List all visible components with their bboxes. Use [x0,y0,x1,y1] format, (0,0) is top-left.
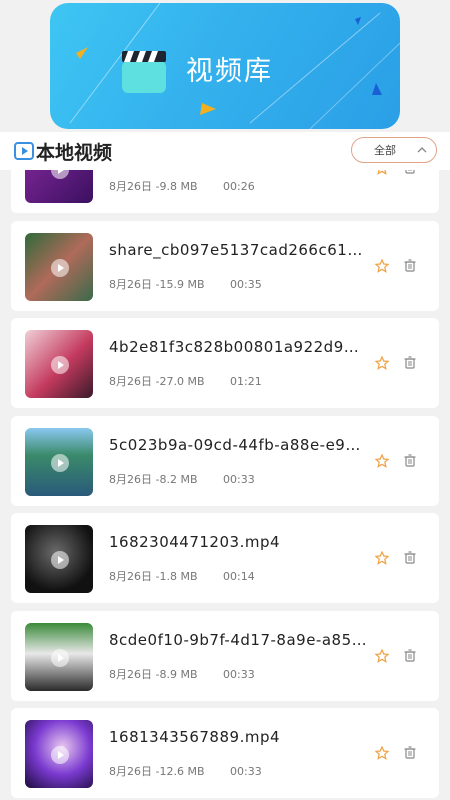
video-name: 8cde0f10-9b7f-4d17-8a9e-a853… [109,631,367,649]
video-card[interactable]: 8cde0f10-9b7f-4d17-8a9e-a853… 8月26日 -8.9… [11,611,439,701]
video-date: 8月26日 [109,668,152,681]
video-size: -9.8 MB [155,180,198,193]
trash-icon[interactable] [404,551,416,564]
video-duration: 00:33 [223,473,255,486]
play-icon [51,259,69,277]
star-icon[interactable] [375,259,389,273]
video-duration: 01:21 [230,375,262,388]
video-duration: 00:33 [223,668,255,681]
star-icon[interactable] [375,356,389,370]
video-size: -12.6 MB [155,765,205,778]
star-icon[interactable] [375,170,389,175]
filter-label: 全部 [374,144,396,157]
video-meta: 8月26日 -8.2 MB 00:33 [109,471,255,487]
video-thumbnail[interactable] [25,720,93,788]
video-thumbnail[interactable] [25,428,93,496]
video-duration: 00:33 [230,765,262,778]
video-duration: 00:35 [230,278,262,291]
video-name: 5c023b9a-09cd-44fb-a88e-e942… [109,436,367,454]
video-date: 8月26日 [109,278,152,291]
trash-icon[interactable] [404,259,416,272]
video-size: -8.2 MB [155,473,198,486]
video-name: 1681343567889.mp4 [109,728,281,746]
video-size: -27.0 MB [155,375,205,388]
section-title: 本地视频 [36,142,113,164]
video-date: 8月26日 [109,375,152,388]
video-duration: 00:26 [223,180,255,193]
video-size: -8.9 MB [155,668,198,681]
video-name: 4b2e81f3c828b00801a922d90aa… [109,338,367,356]
play-icon [51,454,69,472]
video-meta: 8月26日 -15.9 MB 00:35 [109,276,262,292]
video-meta: 8月26日 -8.9 MB 00:33 [109,666,255,682]
video-card[interactable]: 8月26日 -9.8 MB 00:26 [11,170,439,213]
banner: 视频库 [50,3,400,129]
video-duration: 00:14 [223,570,255,583]
clapperboard-icon [122,51,166,93]
star-icon[interactable] [375,551,389,565]
video-thumbnail[interactable] [25,525,93,593]
banner-title: 视频库 [186,56,273,87]
video-card[interactable]: 1682304471203.mp4 8月26日 -1.8 MB 00:14 [11,513,439,603]
video-thumbnail[interactable] [25,233,93,301]
video-thumbnail[interactable] [25,170,93,203]
play-icon [51,551,69,569]
video-date: 8月26日 [109,180,152,193]
chevron-up-icon [417,147,427,153]
trash-icon[interactable] [404,170,416,174]
play-icon [51,356,69,374]
play-icon [51,649,69,667]
star-icon[interactable] [375,649,389,663]
video-card[interactable]: 5c023b9a-09cd-44fb-a88e-e942… 8月26日 -8.2… [11,416,439,506]
trash-icon[interactable] [404,454,416,467]
video-date: 8月26日 [109,765,152,778]
video-card[interactable]: 1681343567889.mp4 8月26日 -12.6 MB 00:33 [11,708,439,798]
video-meta: 8月26日 -27.0 MB 01:21 [109,373,262,389]
play-icon [51,170,69,179]
trash-icon[interactable] [404,746,416,759]
video-meta: 8月26日 -9.8 MB 00:26 [109,178,255,194]
video-meta: 8月26日 -12.6 MB 00:33 [109,763,262,779]
video-thumbnail[interactable] [25,623,93,691]
video-icon [14,142,34,160]
video-thumbnail[interactable] [25,330,93,398]
section-header: 本地视频 全部 [0,132,450,170]
video-card[interactable]: 4b2e81f3c828b00801a922d90aa… 8月26日 -27.0… [11,318,439,408]
video-name: share_cb097e5137cad266c6115… [109,241,367,259]
play-icon [51,746,69,764]
trash-icon[interactable] [404,356,416,369]
video-size: -15.9 MB [155,278,205,291]
video-size: -1.8 MB [155,570,198,583]
trash-icon[interactable] [404,649,416,662]
video-meta: 8月26日 -1.8 MB 00:14 [109,568,255,584]
video-date: 8月26日 [109,570,152,583]
star-icon[interactable] [375,454,389,468]
video-date: 8月26日 [109,473,152,486]
video-card[interactable]: share_cb097e5137cad266c6115… 8月26日 -15.9… [11,221,439,311]
video-list: 8月26日 -9.8 MB 00:26 share_cb097e5137cad2… [0,170,450,800]
star-icon[interactable] [375,746,389,760]
video-name: 1682304471203.mp4 [109,533,281,551]
filter-dropdown[interactable]: 全部 [351,137,437,163]
